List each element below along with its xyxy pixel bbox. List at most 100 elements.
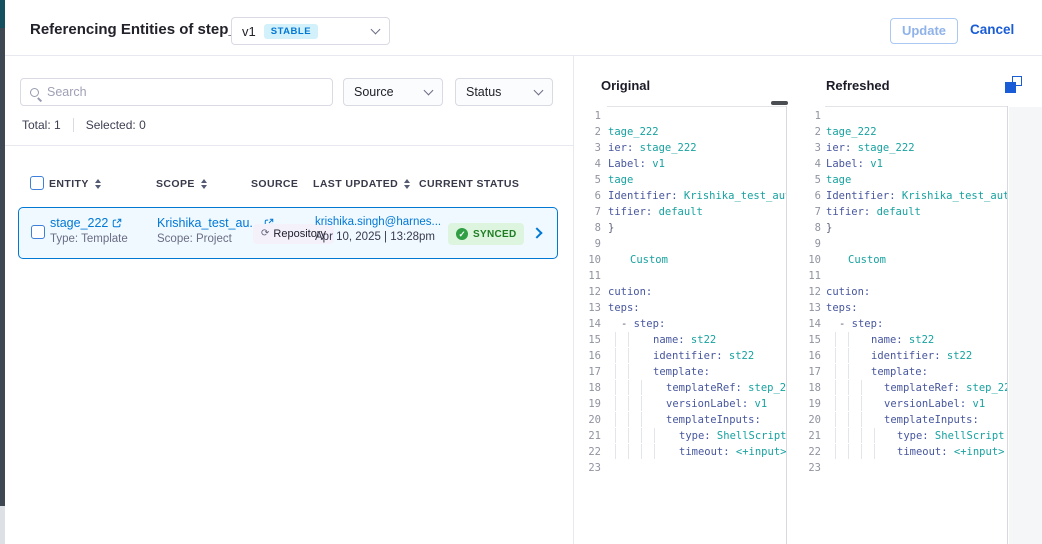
line-number: 22 — [576, 444, 601, 460]
column-header-source: SOURCE — [251, 178, 298, 190]
code-line: 23 — [801, 460, 1007, 476]
code-line: 18templateRef: step_222 — [576, 380, 786, 396]
code-text: tifier: default — [608, 204, 703, 220]
code-line: 15name: st22 — [801, 332, 1007, 348]
select-all-checkbox[interactable] — [30, 176, 44, 190]
line-number: 2 — [576, 124, 601, 140]
code-line: 20templateInputs: — [576, 412, 786, 428]
chevron-down-icon — [424, 86, 434, 96]
source-filter-select[interactable]: Source — [343, 78, 443, 106]
search-box[interactable] — [20, 78, 333, 106]
sort-icon[interactable] — [404, 179, 410, 189]
line-number: 23 — [576, 460, 601, 476]
column-header-entity: ENTITY — [49, 178, 101, 190]
code-line: 4Label: v1 — [576, 156, 786, 172]
copy-icon[interactable] — [1005, 76, 1022, 93]
line-number: 15 — [801, 332, 821, 348]
updated-by-link[interactable]: krishika.singh@harnes... — [315, 216, 441, 228]
code-text: tage — [608, 172, 633, 188]
line-number: 7 — [801, 204, 821, 220]
code-text: Custom — [608, 252, 668, 268]
line-number: 3 — [801, 140, 821, 156]
code-line: 13 teps: — [801, 300, 1007, 316]
cancel-button[interactable]: Cancel — [970, 22, 1014, 37]
code-line: 9 — [576, 236, 786, 252]
indent-guides — [835, 412, 874, 428]
code-text: template: — [871, 364, 928, 380]
row-checkbox[interactable] — [31, 225, 45, 239]
code-text: - step: — [826, 316, 883, 332]
code-line: 13teps: — [576, 300, 786, 316]
entity-link[interactable]: stage_222 — [50, 216, 108, 230]
code-line: 20templateInputs: — [801, 412, 1007, 428]
status-filter-label: Status — [466, 85, 501, 99]
code-text: timeout: <+input> — [679, 444, 786, 460]
indent-guides — [835, 444, 887, 460]
code-line: 14- step: — [801, 316, 1007, 332]
status-badge: ✓ SYNCED — [448, 223, 524, 245]
code-text: identifier: st22 — [653, 348, 754, 364]
code-line: 3ier: stage_222 — [576, 140, 786, 156]
line-number: 6 — [576, 188, 601, 204]
stable-badge: STABLE — [264, 24, 318, 39]
page-title: Referencing Entities of step_222 — [30, 21, 262, 38]
line-number: 16 — [576, 348, 601, 364]
line-number: 23 — [801, 460, 821, 476]
version-select[interactable]: v1 STABLE — [231, 17, 390, 45]
refreshed-pane-title: Refreshed — [826, 78, 890, 93]
code-line: 6 Identifier: Krishika_test_aut — [576, 188, 786, 204]
original-code-pane[interactable]: 12tage_2223ier: stage_2224Label: v15tage… — [576, 106, 787, 544]
code-text: Identifier: Krishika_test_aut — [608, 188, 787, 204]
indent-guides — [615, 444, 667, 460]
line-number: 21 — [801, 428, 821, 444]
code-text: name: st22 — [653, 332, 716, 348]
status-badge-label: SYNCED — [473, 229, 516, 240]
code-line: 1 — [801, 108, 1007, 124]
search-icon — [30, 88, 39, 97]
code-text: tage — [826, 172, 851, 188]
column-header-scope: SCOPE — [156, 178, 207, 190]
code-line: 11 — [801, 268, 1007, 284]
sort-icon[interactable] — [201, 179, 207, 189]
code-text: } — [826, 220, 832, 236]
code-text: templateRef: step_222 — [884, 380, 1008, 396]
entity-type: Type: Template — [50, 233, 128, 245]
code-line: 9 — [801, 236, 1007, 252]
referencing-entities-modal: Referencing Entities of step_222 v1 STAB… — [5, 0, 1042, 544]
search-input[interactable] — [47, 85, 317, 99]
indent-guides — [615, 364, 641, 380]
code-line: 8} — [801, 220, 1007, 236]
check-circle-icon: ✓ — [456, 228, 468, 240]
line-number: 13 — [801, 300, 821, 316]
line-number: 12 — [576, 284, 601, 300]
modal-header: Referencing Entities of step_222 v1 STAB… — [5, 0, 1042, 56]
copy-icon-front — [1005, 82, 1016, 93]
scope-link[interactable]: Krishika_test_au... — [157, 216, 260, 230]
code-text: versionLabel: v1 — [884, 396, 985, 412]
selected-count: Selected: 0 — [86, 118, 146, 132]
entities-section: Source Status Total: 1 Selected: 0 ENTIT… — [5, 56, 573, 544]
indent-guides — [835, 380, 874, 396]
line-number: 20 — [576, 412, 601, 428]
table-row[interactable]: stage_222 Type: Template Krishika_test_a… — [18, 207, 558, 259]
indent-guides — [835, 396, 874, 412]
code-line: 12cution: — [576, 284, 786, 300]
indent-guides — [615, 412, 654, 428]
line-number: 7 — [576, 204, 601, 220]
indent-guides — [835, 348, 861, 364]
status-filter-select[interactable]: Status — [455, 78, 553, 106]
entity-cell: stage_222 Type: Template — [50, 216, 128, 245]
sort-icon[interactable] — [95, 179, 101, 189]
line-number: 12 — [801, 284, 821, 300]
code-text: type: ShellScript — [679, 428, 786, 444]
line-number: 19 — [576, 396, 601, 412]
code-line: 19versionLabel: v1 — [801, 396, 1007, 412]
horizontal-scrollbar-thumb[interactable] — [771, 101, 788, 105]
code-text: Custom — [826, 252, 886, 268]
code-text: teps: — [826, 300, 858, 316]
refreshed-code-pane[interactable]: 12tage_2223ier: stage_2224Label: v15tage… — [801, 106, 1008, 544]
code-text: timeout: <+input> — [897, 444, 1004, 460]
update-button[interactable]: Update — [890, 18, 958, 44]
chevron-right-icon[interactable] — [531, 227, 542, 238]
code-line: 17template: — [576, 364, 786, 380]
